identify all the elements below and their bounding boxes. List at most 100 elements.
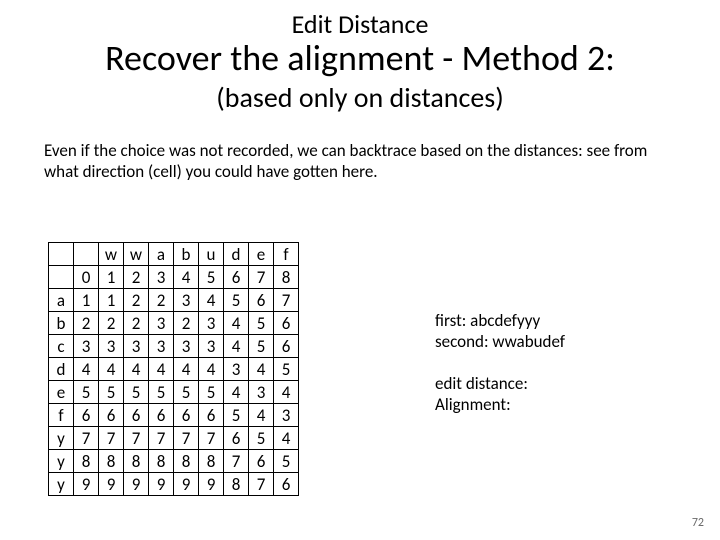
dp-col-header: w [124, 243, 149, 266]
dp-row-header: b [49, 312, 74, 335]
dp-col-header: e [249, 243, 274, 266]
dp-col-header: b [174, 243, 199, 266]
dp-row-header: e [49, 381, 74, 404]
dp-cell: 6 [149, 404, 174, 427]
dp-cell: 7 [124, 427, 149, 450]
dp-cell: 2 [99, 312, 124, 335]
dp-row-header: y [49, 427, 74, 450]
dp-cell: 2 [124, 266, 149, 289]
dp-cell: 6 [224, 427, 249, 450]
dp-cell: 8 [99, 450, 124, 473]
dp-row-header: f [49, 404, 74, 427]
alignment-label: Alignment: [435, 394, 565, 415]
dp-cell: 3 [174, 289, 199, 312]
dp-cell: 2 [124, 289, 149, 312]
dp-cell: 2 [149, 289, 174, 312]
dp-cell: 6 [249, 450, 274, 473]
dp-col-header: f [274, 243, 299, 266]
dp-cell: 7 [249, 473, 274, 496]
dp-cell: 3 [274, 404, 299, 427]
dp-cell: 0 [74, 266, 99, 289]
dp-cell: 1 [74, 289, 99, 312]
dp-cell: 5 [174, 381, 199, 404]
dp-cell: 4 [274, 381, 299, 404]
dp-cell: 5 [249, 335, 274, 358]
dp-row-header [49, 266, 74, 289]
dp-cell: 8 [74, 450, 99, 473]
dp-cell: 2 [174, 312, 199, 335]
edit-distance-label: edit distance: [435, 373, 565, 394]
dp-col-header: u [199, 243, 224, 266]
dp-cell: 4 [249, 358, 274, 381]
dp-cell: 5 [199, 381, 224, 404]
dp-cell: 6 [224, 266, 249, 289]
dp-col-header: d [224, 243, 249, 266]
dp-cell: 7 [74, 427, 99, 450]
dp-cell: 4 [274, 427, 299, 450]
dp-cell: 6 [274, 473, 299, 496]
dp-col-header: a [149, 243, 174, 266]
dp-cell: 4 [199, 358, 224, 381]
dp-cell: 5 [249, 427, 274, 450]
slide: Edit Distance Recover the alignment - Me… [0, 0, 720, 540]
dp-cell: 8 [224, 473, 249, 496]
dp-col-header [49, 243, 74, 266]
dp-cell: 6 [249, 289, 274, 312]
dp-cell: 3 [99, 335, 124, 358]
dp-cell: 5 [274, 358, 299, 381]
dp-row-header: d [49, 358, 74, 381]
dp-cell: 3 [124, 335, 149, 358]
dp-cell: 1 [99, 266, 124, 289]
dp-col-header: w [99, 243, 124, 266]
dp-cell: 7 [99, 427, 124, 450]
dp-cell: 7 [274, 289, 299, 312]
dp-cell: 3 [224, 358, 249, 381]
dp-cell: 4 [224, 381, 249, 404]
dp-cell: 7 [149, 427, 174, 450]
dp-cell: 9 [199, 473, 224, 496]
page-number: 72 [692, 516, 704, 530]
dp-cell: 5 [149, 381, 174, 404]
dp-cell: 4 [249, 404, 274, 427]
dp-cell: 6 [174, 404, 199, 427]
dp-cell: 2 [124, 312, 149, 335]
dp-col-header [74, 243, 99, 266]
dp-cell: 5 [199, 266, 224, 289]
dp-cell: 9 [149, 473, 174, 496]
dp-row-header: y [49, 450, 74, 473]
dp-cell: 3 [199, 312, 224, 335]
dp-cell: 6 [274, 335, 299, 358]
dp-cell: 4 [149, 358, 174, 381]
second-string-label: second: wwabudef [435, 331, 565, 352]
dp-cell: 9 [124, 473, 149, 496]
dp-cell: 4 [124, 358, 149, 381]
dp-cell: 4 [224, 335, 249, 358]
dp-cell: 5 [74, 381, 99, 404]
dp-cell: 8 [199, 450, 224, 473]
dp-cell: 2 [74, 312, 99, 335]
dp-cell: 3 [174, 335, 199, 358]
dp-cell: 3 [74, 335, 99, 358]
dp-cell: 6 [124, 404, 149, 427]
dp-cell: 8 [149, 450, 174, 473]
dp-cell: 6 [99, 404, 124, 427]
dp-cell: 5 [274, 450, 299, 473]
dp-cell: 8 [124, 450, 149, 473]
dp-cell: 9 [174, 473, 199, 496]
dp-cell: 3 [249, 381, 274, 404]
dp-cell: 8 [174, 450, 199, 473]
dp-cell: 6 [199, 404, 224, 427]
dp-cell: 7 [199, 427, 224, 450]
dp-cell: 5 [224, 289, 249, 312]
dp-cell: 4 [224, 312, 249, 335]
page-subtitle: (based only on distances) [0, 80, 720, 115]
dp-cell: 4 [74, 358, 99, 381]
dp-cell: 1 [99, 289, 124, 312]
dp-cell: 4 [174, 266, 199, 289]
dp-cell: 5 [224, 404, 249, 427]
dp-cell: 3 [149, 335, 174, 358]
dp-row-header: c [49, 335, 74, 358]
right-panel: first: abcdefyyy second: wwabudef edit d… [435, 310, 565, 415]
dp-cell: 7 [224, 450, 249, 473]
dp-cell: 6 [74, 404, 99, 427]
